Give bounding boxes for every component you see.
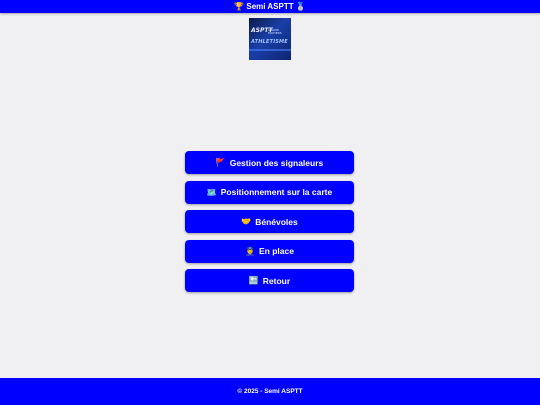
top-header-bar: 🏆 Semi ASPTT 🥈 — [0, 0, 540, 13]
flag-icon: 🚩 — [215, 158, 226, 167]
back-button-label: Retour — [262, 275, 291, 286]
logo-text-athletisme: ATHLETISME — [251, 39, 288, 45]
in-place-button[interactable]: 👮 En place — [185, 239, 354, 263]
map-icon: 🗺️ — [206, 187, 217, 197]
signaleurs-button[interactable]: 🚩 Gestion des signaleurs — [185, 151, 354, 174]
app-title: 🏆 Semi ASPTT 🥈 — [234, 2, 306, 11]
back-button[interactable]: 🔙 Retour — [185, 269, 354, 292]
footer-copyright: © 2025 - Semi ASPTT — [237, 388, 303, 395]
volunteers-button[interactable]: 🤝 Bénévoles — [185, 210, 354, 233]
back-arrow-icon: 🔙 — [248, 276, 259, 285]
in-place-button-label: En place — [259, 246, 294, 256]
map-positioning-button-label: Positionnement sur la carte — [220, 187, 333, 197]
handshake-icon: 🤝 — [241, 217, 252, 226]
map-positioning-button[interactable]: 🗺️ Positionnement sur la carte — [185, 180, 354, 204]
police-officer-icon: 👮 — [245, 246, 255, 256]
main-menu: 🚩 Gestion des signaleurs 🗺️ Positionneme… — [185, 151, 354, 299]
logo-stripe — [249, 49, 291, 51]
asptt-logo: ASPTT GRAND POITIERS ATHLETISME — [249, 18, 291, 60]
page-footer: © 2025 - Semi ASPTT — [0, 378, 540, 405]
volunteers-button-label: Bénévoles — [255, 216, 298, 227]
signaleurs-button-label: Gestion des signaleurs — [229, 157, 324, 168]
logo-text-grand-poitiers: GRAND POITIERS — [268, 28, 282, 35]
